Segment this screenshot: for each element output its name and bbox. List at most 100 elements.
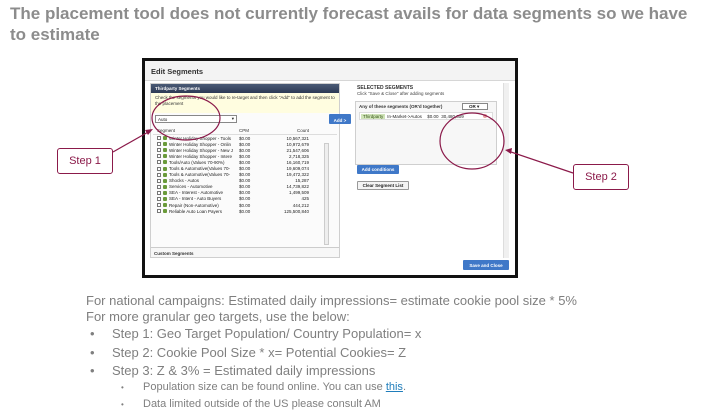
thirdparty-segments-pane: Thirdparty Segments Check the segments y… xyxy=(150,83,340,258)
segment-name: Winter Holiday Shopper - New J xyxy=(169,147,234,153)
segment-rows: Winter Holiday Shopper - Tools $0.00 10,56… xyxy=(153,135,337,214)
segment-instruction: Check the segments you would like to re-… xyxy=(151,93,339,113)
segment-count: 14,739,822 xyxy=(286,184,309,190)
segment-search-value: Auto xyxy=(158,117,168,122)
segment-count: 444,212 xyxy=(292,202,309,208)
segment-count: 16,160,719 xyxy=(286,159,309,165)
segment-count: 19,609,074 xyxy=(286,166,309,172)
save-and-close-button[interactable]: Save and Close xyxy=(463,260,509,270)
segment-name: Winter Holiday Shopper - Tools xyxy=(169,135,231,141)
segment-cpm: $0.00 xyxy=(239,196,251,202)
table-row[interactable]: Reliable Auto Loan Payers $0.00 125,500,84… xyxy=(153,208,337,214)
bullet-step2: • Step 2: Cookie Pool Size * x= Potential… xyxy=(90,345,406,361)
segment-name: SEA - Intent - Auto Buyers xyxy=(169,196,222,202)
segment-name: SEA - Interest - Automotive xyxy=(169,190,224,196)
segment-list-scrollbar[interactable] xyxy=(324,143,329,245)
edit-segments-header: Edit Segments xyxy=(145,61,515,81)
bullet-dot-icon: • xyxy=(121,383,124,392)
selected-segment-count: 30,480,309 xyxy=(441,113,464,119)
segment-cpm: $0.00 xyxy=(239,159,251,165)
add-segment-button[interactable]: Add > xyxy=(329,114,351,124)
segment-name: Winter Holiday Shopper - Intere xyxy=(169,153,233,159)
any-of-label: Any of these segments (OR'd together) xyxy=(359,104,443,109)
row-checkbox[interactable] xyxy=(157,184,161,189)
bullet-dot-icon: • xyxy=(90,345,95,360)
segment-cpm: $0.00 xyxy=(239,153,251,159)
bullet-dot-icon: • xyxy=(121,400,124,409)
step2-callout: Step 2 xyxy=(573,164,629,190)
segment-name: Services - Automotive xyxy=(169,184,213,190)
segment-cpm: $0.00 xyxy=(239,184,251,190)
segment-count: 425 xyxy=(301,196,309,202)
segment-name: Shocks - Autos xyxy=(169,178,200,184)
segment-cpm: $0.00 xyxy=(239,147,251,153)
right-pane-scrollbar[interactable] xyxy=(503,83,509,258)
segment-icon xyxy=(163,209,167,214)
segment-icon xyxy=(163,142,167,147)
selected-segment-cpm: $0.00 xyxy=(427,113,439,119)
row-checkbox[interactable] xyxy=(157,160,161,165)
remove-icon[interactable] xyxy=(483,114,488,118)
sub-bullet-data-limited: • Data limited outside of the US please c… xyxy=(121,397,381,412)
segment-count: 15,287 xyxy=(295,178,309,184)
segment-name: Reliable Auto Loan Payers xyxy=(169,208,223,214)
segment-count: 19,472,322 xyxy=(286,172,309,178)
segment-icon xyxy=(163,148,167,153)
bullet-dot-icon: • xyxy=(90,326,95,341)
bullet-text: Step 3: Z & 3% = Estimated daily impress… xyxy=(112,363,376,378)
bullet-step1: • Step 1: Geo Target Population/ Country … xyxy=(90,326,421,342)
col-cpm: CPM xyxy=(239,128,249,133)
segment-icon xyxy=(163,184,167,189)
segment-name: Tools & Automotive(Values 70- xyxy=(169,166,230,172)
segment-icon xyxy=(163,160,167,165)
segment-icon xyxy=(163,178,167,183)
segment-count: 10,972,679 xyxy=(286,141,309,147)
row-checkbox[interactable] xyxy=(157,148,161,153)
population-link[interactable]: this xyxy=(386,381,403,393)
segment-name: Tools/Auto (Values 70-90%) xyxy=(169,159,225,165)
segment-icon xyxy=(163,154,167,159)
row-checkbox[interactable] xyxy=(157,209,161,214)
sub-bullet-text: Data limited outside of the US please co… xyxy=(143,398,381,410)
row-checkbox[interactable] xyxy=(157,136,161,141)
chevron-down-icon: ▾ xyxy=(231,116,234,121)
segment-cpm: $0.00 xyxy=(239,141,251,147)
row-checkbox[interactable] xyxy=(157,154,161,159)
sub-bullet-text: Population size can be found online. You… xyxy=(143,381,386,393)
segment-group-header: Any of these segments (OR'd together) OR… xyxy=(356,102,496,111)
sub-bullet-period: . xyxy=(402,381,406,393)
operator-select[interactable]: OR ▾ xyxy=(462,103,488,110)
segment-icon xyxy=(163,166,167,171)
bullet-text: Step 1: Geo Target Population/ Country P… xyxy=(112,326,422,341)
row-checkbox[interactable] xyxy=(157,172,161,177)
segment-cpm: $0.00 xyxy=(239,178,251,184)
segment-icon xyxy=(163,172,167,177)
thirdparty-tab[interactable]: Thirdparty Segments xyxy=(151,84,339,93)
row-checkbox[interactable] xyxy=(157,190,161,195)
custom-segments-tab[interactable]: Custom Segments xyxy=(151,247,339,257)
segment-icon xyxy=(163,190,167,195)
segment-count: 1,499,509 xyxy=(288,190,309,196)
segment-name: Repair (Non-Automotive) xyxy=(169,202,219,208)
segment-cpm: $0.00 xyxy=(239,172,251,178)
col-segment: Segment xyxy=(157,128,176,133)
segment-source-badge: Thirdparty xyxy=(361,113,386,119)
segment-count: 21,547,606 xyxy=(286,147,309,153)
row-checkbox[interactable] xyxy=(157,203,161,208)
bullet-text: Step 2: Cookie Pool Size * x= Potential … xyxy=(112,345,407,360)
segment-cpm: $0.00 xyxy=(239,208,251,214)
row-checkbox[interactable] xyxy=(157,166,161,171)
segment-search-input[interactable]: Auto ▾ xyxy=(155,115,237,123)
segment-cpm: $0.00 xyxy=(239,190,251,196)
selected-segments-hint: Click "Save & Close" after adding segmen… xyxy=(357,91,445,96)
segment-count: 2,718,325 xyxy=(288,153,309,159)
add-conditions-button[interactable]: Add conditions xyxy=(357,165,399,174)
row-checkbox[interactable] xyxy=(157,178,161,183)
row-checkbox[interactable] xyxy=(157,142,161,147)
col-count: Count xyxy=(296,128,309,133)
geo-targets-text: For more granular geo targets, use the b… xyxy=(86,309,350,324)
operator-value: OR xyxy=(469,104,476,109)
clear-segment-list-button[interactable]: Clear Segment List xyxy=(357,181,409,190)
row-checkbox[interactable] xyxy=(157,196,161,201)
segment-name: Tools & Automotive(Values 70- xyxy=(169,172,230,178)
